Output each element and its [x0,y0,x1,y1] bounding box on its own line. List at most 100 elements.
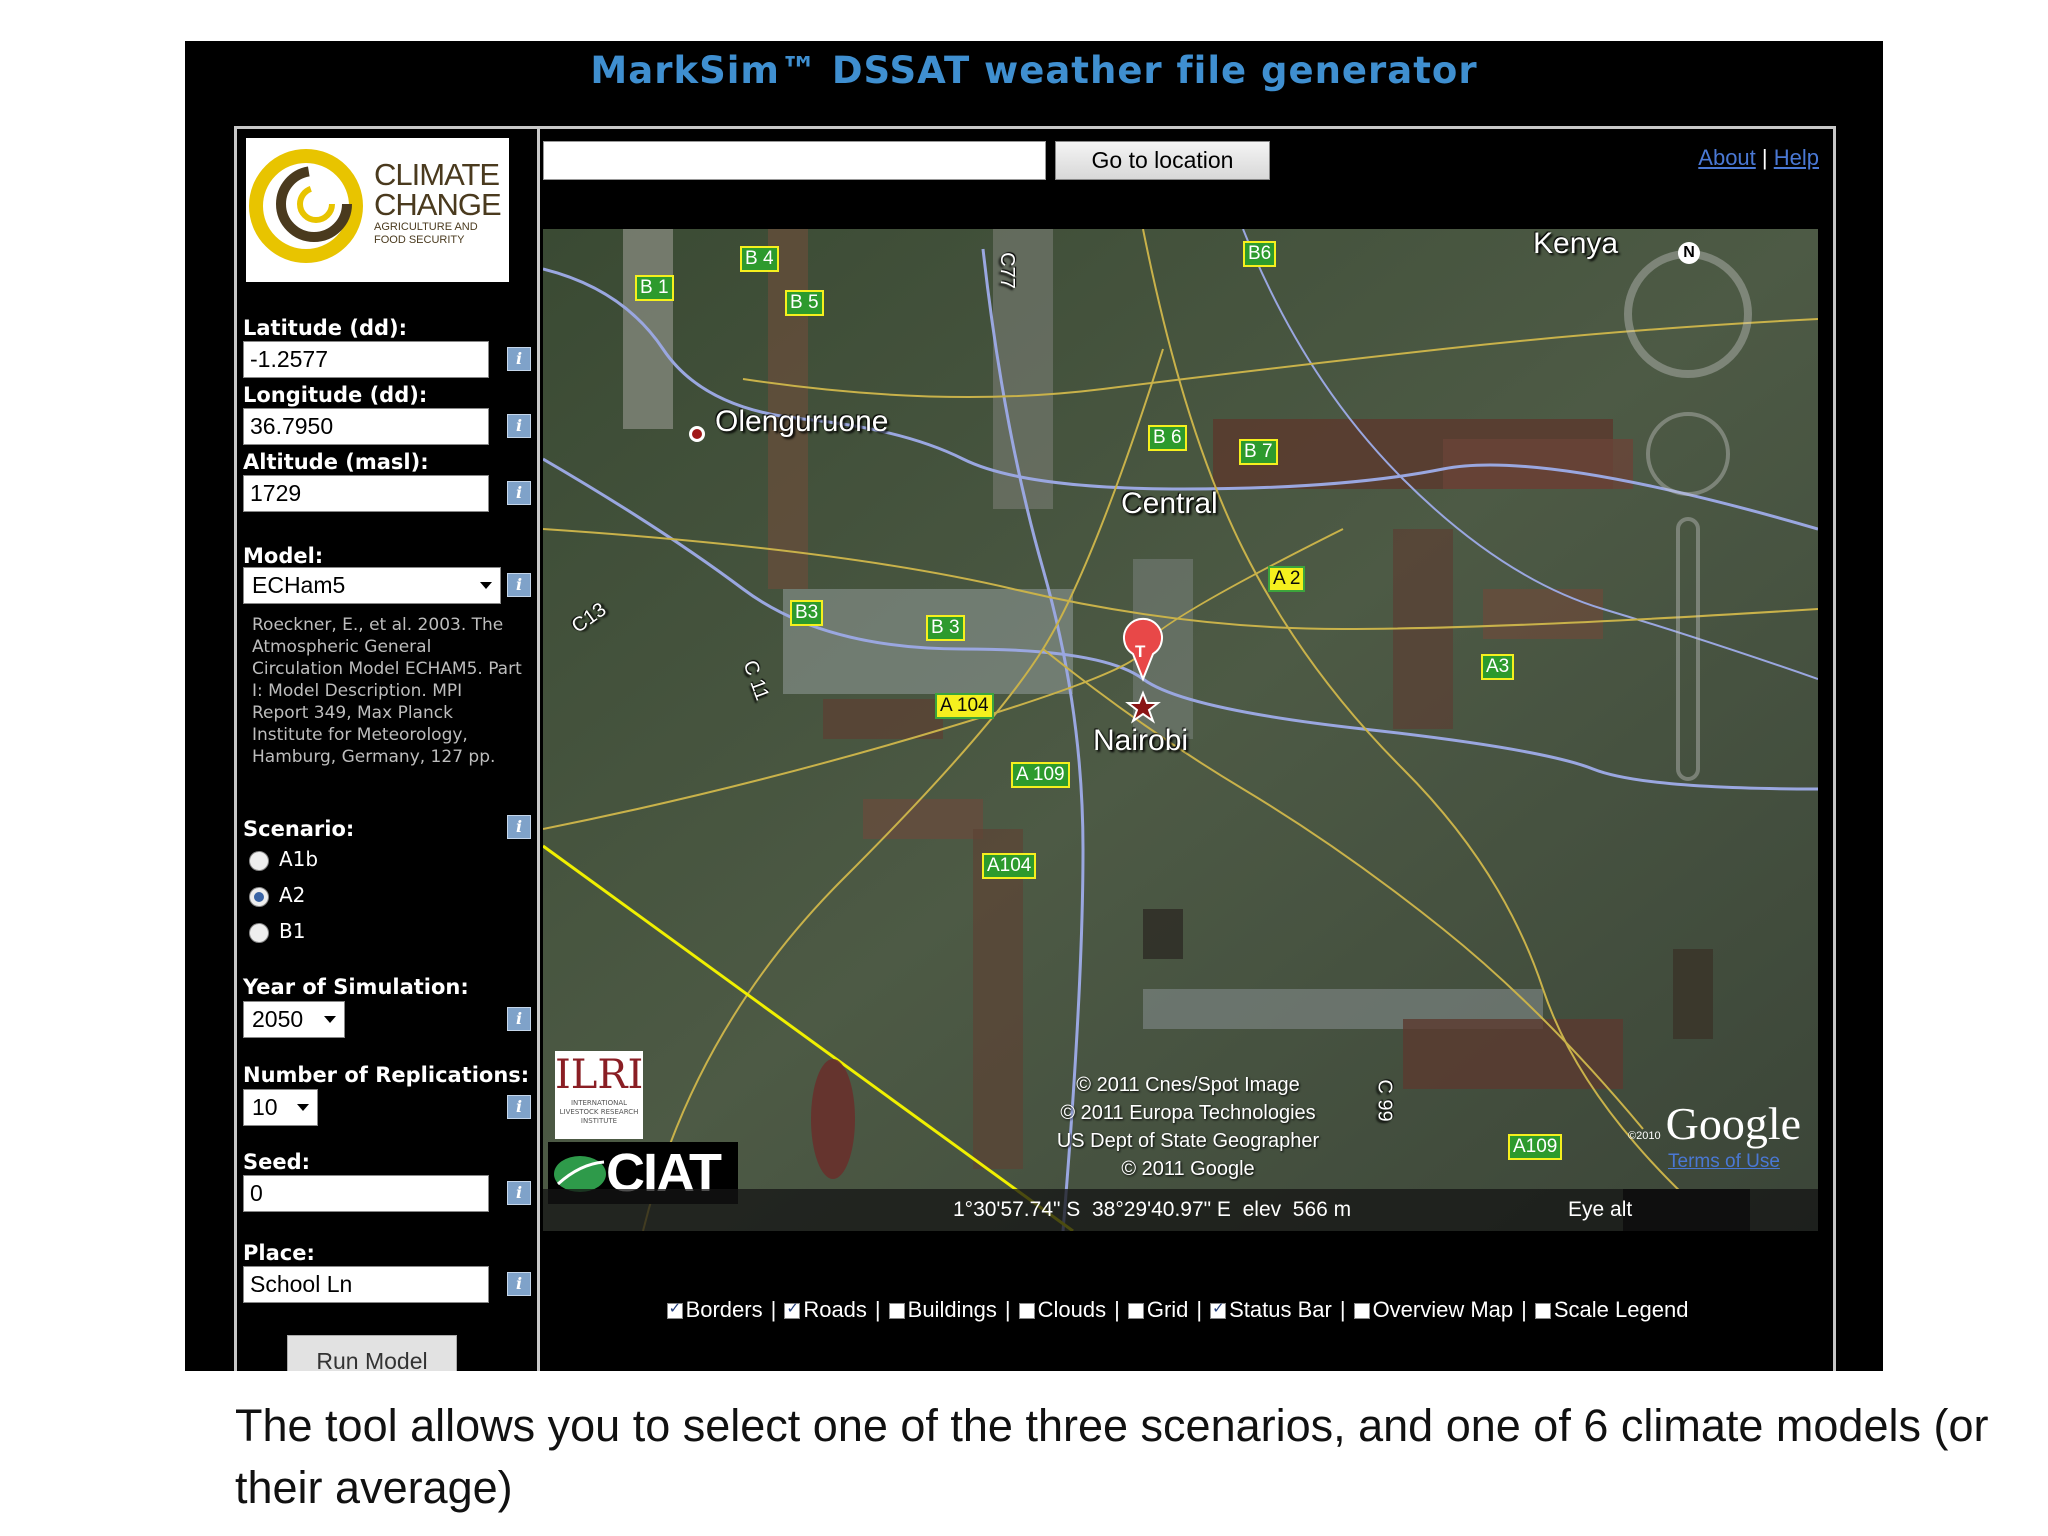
road-label: B 7 [1239,439,1278,465]
altitude-label: Altitude (masl): [243,450,429,474]
replications-label: Number of Replications: [243,1063,530,1087]
layer-toggle-borders[interactable]: Borders [666,1297,763,1322]
ccafs-logo: CLIMATE CHANGE AGRICULTURE AND FOOD SECU… [246,138,509,282]
chevron-down-icon [480,582,492,589]
help-link[interactable]: Help [1774,145,1819,170]
replications-info-icon[interactable]: i [507,1095,531,1119]
seed-info-icon[interactable]: i [507,1181,531,1205]
checkbox[interactable] [784,1299,801,1320]
map-marker-label[interactable]: T [1135,642,1145,662]
layer-toggle-label: Roads [803,1297,867,1322]
map-credits: © 2011 Cnes/Spot Image © 2011 Europa Tech… [1008,1071,1368,1183]
scenario-label: Scenario: [243,817,355,841]
checkbox[interactable] [666,1299,683,1320]
logo-line1: CLIMATE [374,157,500,192]
status-coordinates: 1°30'57.74" S 38°29'40.97" E elev 566 m [953,1198,1352,1221]
place-label: Place: [243,1241,315,1265]
road-label: B 6 [1148,425,1187,451]
scenario-option-a2[interactable]: A2 [249,883,305,913]
ilri-subtext: INTERNATIONAL LIVESTOCK RESEARCH INSTITU… [559,1099,639,1125]
about-link[interactable]: About [1698,145,1756,170]
scenario-info-icon[interactable]: i [507,815,531,839]
run-model-button[interactable]: Run Model [287,1335,457,1371]
layer-separator: | [1339,1297,1346,1322]
place-info-icon[interactable]: i [507,1272,531,1296]
slide-caption: The tool allows you to select one of the… [235,1400,1989,1513]
checkbox[interactable] [1353,1303,1370,1320]
layer-toggle-label: Scale Legend [1553,1297,1689,1322]
layer-toggle-grid[interactable]: Grid [1127,1297,1189,1322]
road-label: A3 [1481,654,1515,680]
latitude-info-icon[interactable]: i [507,347,531,371]
layer-separator: | [1196,1297,1203,1322]
scenario-option-a1b[interactable]: A1b [249,847,318,877]
model-select-value: ECHam5 [252,572,346,598]
logo-line3: AGRICULTURE AND [374,221,478,233]
year-select-value: 2050 [252,1006,304,1032]
road-label: A 2 [1268,566,1306,592]
layer-toggle-scale-legend[interactable]: Scale Legend [1534,1297,1689,1322]
terms-of-use-link[interactable]: Terms of Use [1668,1151,1780,1173]
scenario-radio[interactable] [249,850,269,871]
scenario-option-b1[interactable]: B1 [249,919,305,949]
go-to-location-button[interactable]: Go to location [1055,141,1270,180]
layer-toggle-clouds[interactable]: Clouds [1018,1297,1106,1322]
status-eye-alt: Eye alt [1568,1198,1633,1221]
label-nairobi: Nairobi [1093,724,1189,757]
model-label: Model: [243,544,324,568]
road-label: C77 [995,252,1018,289]
latitude-label: Latitude (dd): [243,316,408,340]
scenario-radio[interactable] [249,922,269,943]
layer-toggle-label: Buildings [907,1297,997,1322]
road-label: B6 [1243,241,1277,267]
checkbox[interactable] [1210,1299,1227,1320]
checkbox[interactable] [1534,1303,1551,1320]
longitude-label: Longitude (dd): [243,383,428,407]
layer-toggle-buildings[interactable]: Buildings [888,1297,997,1322]
model-info-icon[interactable]: i [507,573,531,597]
layer-toggle-label: Overview Map [1372,1297,1514,1322]
year-info-icon[interactable]: i [507,1007,531,1031]
seed-label: Seed: [243,1150,311,1174]
checkbox[interactable] [888,1303,905,1320]
longitude-info-icon[interactable]: i [507,414,531,438]
road-label: B 5 [785,290,824,316]
layer-separator: | [770,1297,777,1322]
road-label: A 109 [1011,762,1070,788]
altitude-info-icon[interactable]: i [507,481,531,505]
scenario-label-text: A1b [279,847,319,871]
label-central: Central [1121,487,1218,520]
layer-toggle-label: Borders [685,1297,763,1322]
satellite-map[interactable]: N T Kenya Olenguruone Central Nairobi B … [543,229,1818,1231]
model-description: Roeckner, E., et al. 2003. The Atmospher… [252,615,522,767]
layer-toggle-roads[interactable]: Roads [784,1297,867,1322]
chevron-down-icon [324,1016,336,1023]
place-input[interactable]: School Ln [243,1266,489,1303]
model-select[interactable]: ECHam5 [243,567,501,604]
road-label: C 99 [1373,1079,1396,1122]
google-copyright: ©2010 [1628,1130,1661,1142]
layer-separator: | [1114,1297,1120,1322]
main-panel: Go to location About | Help N T Kenya Ol… [540,129,1833,1371]
compass-north-label[interactable]: N [1678,242,1700,264]
layer-separator: | [1004,1297,1011,1322]
replications-select[interactable]: 10 [243,1089,318,1126]
altitude-input[interactable]: 1729 [243,475,489,512]
label-kenya: Kenya [1533,229,1619,260]
latitude-input[interactable]: -1.2577 [243,341,489,378]
layer-toggle-overview-map[interactable]: Overview Map [1353,1297,1514,1322]
longitude-input[interactable]: 36.7950 [243,408,489,445]
map-credit-line: © 2011 Google [1121,1158,1255,1180]
checkbox[interactable] [1018,1303,1035,1320]
layer-toggle-status-bar[interactable]: Status Bar [1210,1297,1332,1322]
checkbox[interactable] [1127,1303,1144,1320]
scenario-radio[interactable] [249,886,269,907]
layer-toggle-label: Grid [1146,1297,1189,1322]
seed-input[interactable]: 0 [243,1175,489,1212]
layer-toggles: Borders | Roads | Buildings | Clouds | Grid | Stat… [540,1297,1815,1323]
layer-toggle-label: Status Bar [1229,1297,1332,1322]
road-label: B 3 [926,615,965,641]
year-select[interactable]: 2050 [243,1001,345,1038]
chevron-down-icon [297,1104,309,1111]
location-search-input[interactable] [543,141,1046,180]
